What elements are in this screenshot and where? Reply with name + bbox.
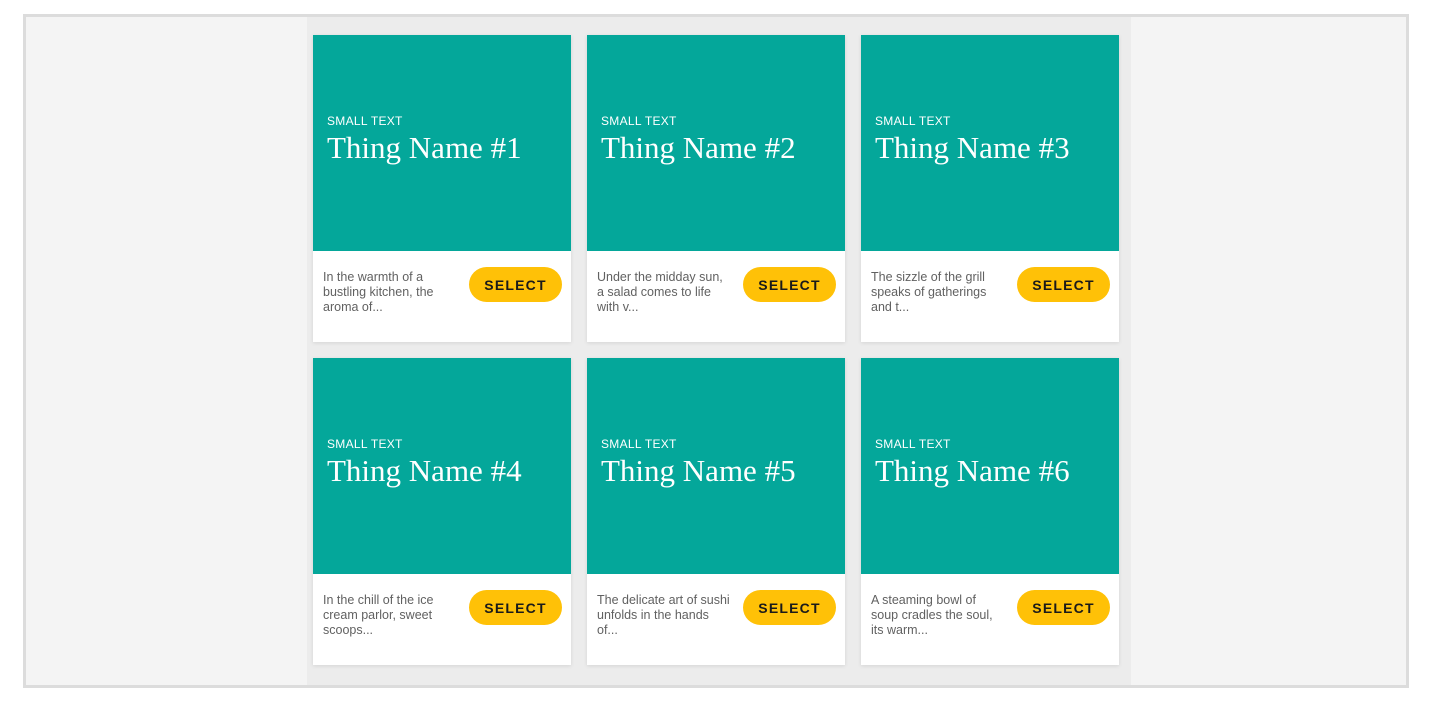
card-description: A steaming bowl of soup cradles the soul…: [871, 593, 993, 637]
card-hero: SMALL TEXT Thing Name #1: [313, 35, 571, 251]
select-button[interactable]: SELECT: [469, 590, 562, 625]
card-footer: In the chill of the ice cream parlor, sw…: [313, 574, 571, 665]
card-eyebrow: SMALL TEXT: [327, 114, 403, 128]
select-button[interactable]: SELECT: [1017, 267, 1110, 302]
card-description: The delicate art of sushi unfolds in the…: [597, 593, 730, 637]
card-title: Thing Name #4: [327, 453, 522, 488]
card-grid: SMALL TEXT Thing Name #1 In the warmth o…: [313, 35, 1119, 665]
card-hero: SMALL TEXT Thing Name #3: [861, 35, 1119, 251]
card-1: SMALL TEXT Thing Name #1 In the warmth o…: [313, 35, 571, 342]
select-button[interactable]: SELECT: [469, 267, 562, 302]
card-hero: SMALL TEXT Thing Name #2: [587, 35, 845, 251]
card-footer: In the warmth of a bustling kitchen, the…: [313, 251, 571, 342]
card-4: SMALL TEXT Thing Name #4 In the chill of…: [313, 358, 571, 665]
card-title: Thing Name #6: [875, 453, 1070, 488]
card-2: SMALL TEXT Thing Name #2 Under the midda…: [587, 35, 845, 342]
card-hero: SMALL TEXT Thing Name #5: [587, 358, 845, 574]
select-button[interactable]: SELECT: [743, 590, 836, 625]
card-hero: SMALL TEXT Thing Name #4: [313, 358, 571, 574]
card-5: SMALL TEXT Thing Name #5 The delicate ar…: [587, 358, 845, 665]
card-footer: The delicate art of sushi unfolds in the…: [587, 574, 845, 665]
card-eyebrow: SMALL TEXT: [875, 114, 951, 128]
card-description: The sizzle of the grill speaks of gather…: [871, 270, 987, 314]
card-description: In the warmth of a bustling kitchen, the…: [323, 270, 434, 314]
card-eyebrow: SMALL TEXT: [601, 437, 677, 451]
app-frame: SMALL TEXT Thing Name #1 In the warmth o…: [23, 14, 1409, 688]
card-title: Thing Name #2: [601, 130, 796, 165]
card-eyebrow: SMALL TEXT: [875, 437, 951, 451]
card-footer: Under the midday sun, a salad comes to l…: [587, 251, 845, 342]
card-description: In the chill of the ice cream parlor, sw…: [323, 593, 434, 637]
card-6: SMALL TEXT Thing Name #6 A steaming bowl…: [861, 358, 1119, 665]
card-description: Under the midday sun, a salad comes to l…: [597, 270, 723, 314]
card-title: Thing Name #1: [327, 130, 522, 165]
card-eyebrow: SMALL TEXT: [327, 437, 403, 451]
card-eyebrow: SMALL TEXT: [601, 114, 677, 128]
card-hero: SMALL TEXT Thing Name #6: [861, 358, 1119, 574]
select-button[interactable]: SELECT: [1017, 590, 1110, 625]
card-title: Thing Name #3: [875, 130, 1070, 165]
card-3: SMALL TEXT Thing Name #3 The sizzle of t…: [861, 35, 1119, 342]
card-footer: A steaming bowl of soup cradles the soul…: [861, 574, 1119, 665]
card-footer: The sizzle of the grill speaks of gather…: [861, 251, 1119, 342]
select-button[interactable]: SELECT: [743, 267, 836, 302]
card-title: Thing Name #5: [601, 453, 796, 488]
